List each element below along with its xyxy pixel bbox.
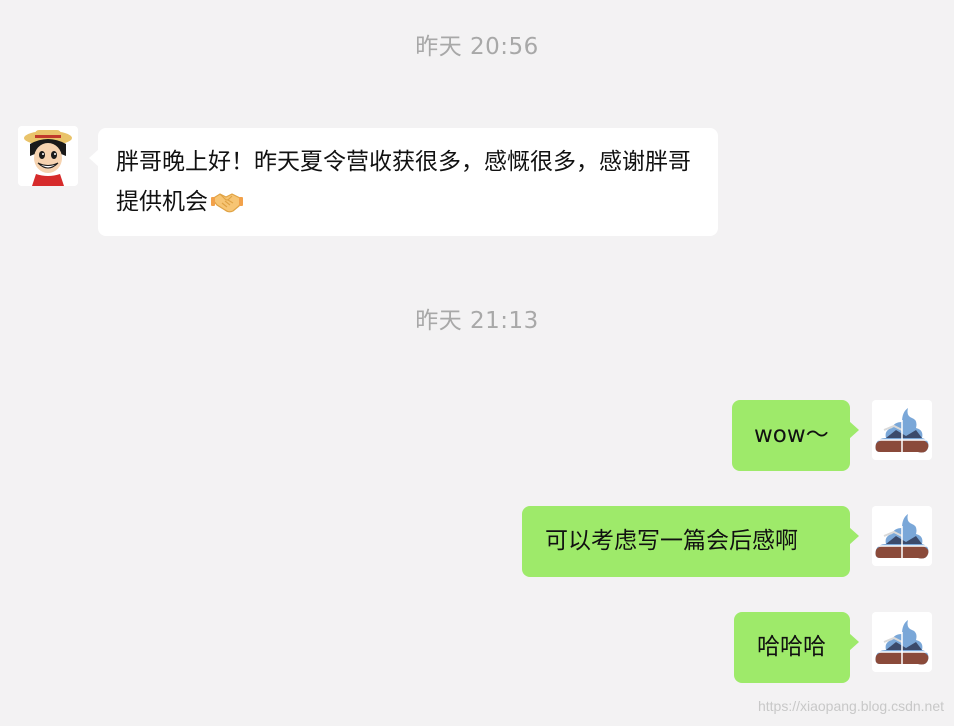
outgoing-message-bubble[interactable]: 可以考虑写一篇会后感啊: [522, 506, 859, 577]
bubble-tail: [849, 633, 859, 651]
timestamp: 昨天 21:13: [415, 308, 539, 334]
bubble-tail: [89, 149, 99, 167]
timestamp: 昨天 20:56: [415, 34, 539, 60]
bubble-tail: [849, 421, 859, 439]
handshake-icon: [211, 187, 243, 227]
outgoing-message-bubble[interactable]: wow～: [732, 400, 859, 471]
watermark: https://xiaopang.blog.csdn.net: [757, 698, 944, 714]
message-text: 胖哥晚上好！昨天夏令营收获很多，感慨很多，感谢胖哥提供机会: [116, 149, 691, 215]
my-avatar[interactable]: [872, 400, 932, 460]
outgoing-message-bubble[interactable]: 哈哈哈: [734, 612, 859, 683]
bubble-tail: [849, 527, 859, 545]
my-avatar[interactable]: [872, 506, 932, 566]
message-text: wow～: [754, 422, 829, 448]
my-avatar[interactable]: [872, 612, 932, 672]
incoming-message-bubble[interactable]: 胖哥晚上好！昨天夏令营收获很多，感慨很多，感谢胖哥提供机会: [89, 128, 718, 236]
message-text: 可以考虑写一篇会后感啊: [545, 528, 798, 554]
friend-avatar[interactable]: [18, 126, 78, 186]
message-text: 哈哈哈: [757, 634, 826, 660]
